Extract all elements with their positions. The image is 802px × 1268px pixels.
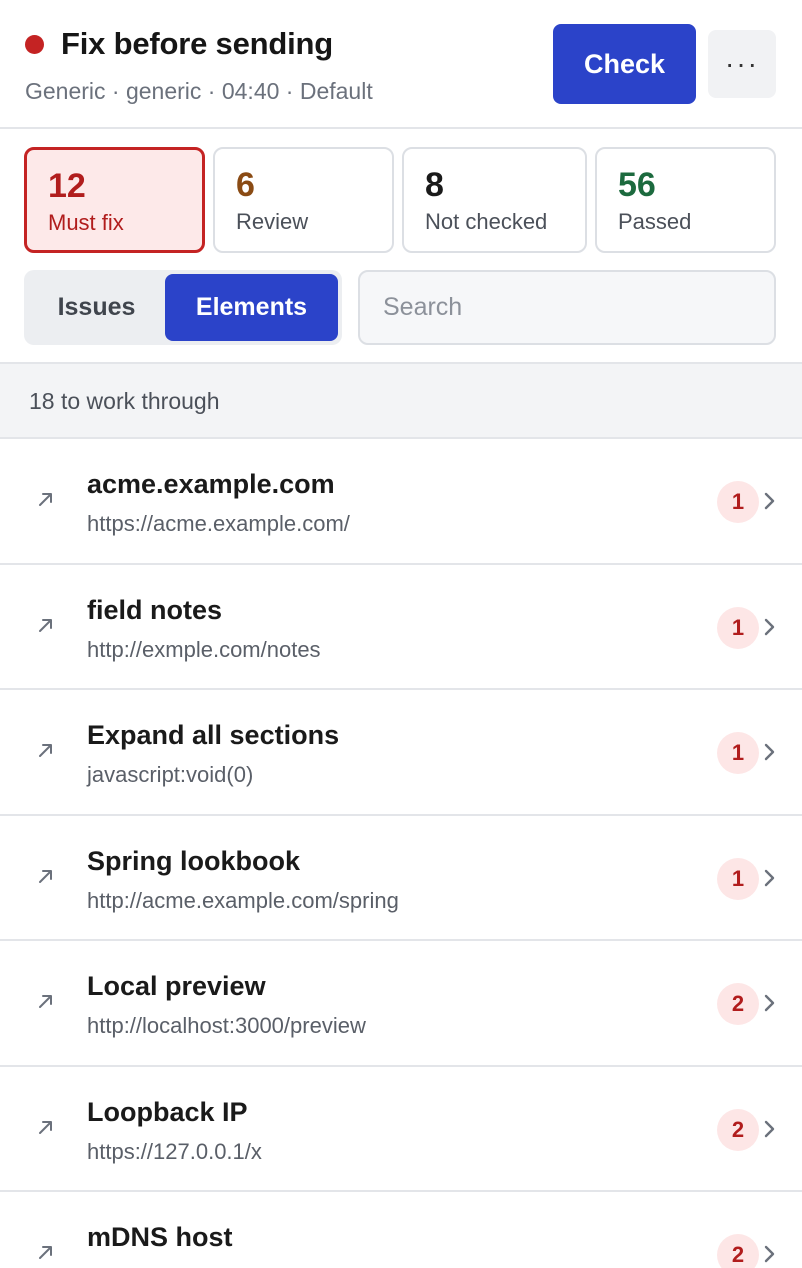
list-summary-bar: 18 to work through bbox=[0, 362, 802, 439]
stat-label: Must fix bbox=[48, 210, 124, 235]
chevron-right-icon bbox=[764, 492, 775, 510]
list-item[interactable]: Spring lookbook http://acme.example.com/… bbox=[0, 816, 802, 941]
item-name: field notes bbox=[87, 594, 223, 625]
external-arrow-icon bbox=[39, 1246, 52, 1259]
issue-count-badge: 2 bbox=[717, 983, 759, 1025]
stat-must-fix[interactable]: 12 Must fix bbox=[24, 147, 205, 253]
stat-value: 6 bbox=[236, 166, 255, 204]
list-item[interactable]: mDNS host 2 bbox=[0, 1192, 802, 1268]
issue-count-badge: 2 bbox=[717, 1108, 759, 1151]
item-name: acme.example.com bbox=[87, 469, 335, 499]
item-url: http://exmple.com/notes bbox=[87, 636, 321, 662]
stat-review[interactable]: 6 Review bbox=[213, 147, 394, 253]
external-arrow-icon bbox=[39, 744, 52, 757]
tab-elements[interactable]: Elements bbox=[165, 274, 338, 341]
item-name: Spring lookbook bbox=[87, 845, 300, 876]
stat-value: 12 bbox=[48, 167, 86, 205]
page-title: Fix before sending bbox=[61, 26, 333, 61]
external-arrow-icon bbox=[39, 995, 52, 1008]
stat-label: Review bbox=[236, 209, 309, 234]
chevron-right-icon bbox=[764, 869, 775, 886]
stat-label: Not checked bbox=[425, 209, 548, 234]
list-item[interactable]: acme.example.com https://acme.example.co… bbox=[0, 439, 802, 565]
list-item[interactable]: field notes http://exmple.com/notes 1 bbox=[0, 565, 802, 690]
external-arrow-icon bbox=[39, 618, 52, 632]
list-summary: 18 to work through bbox=[29, 388, 220, 414]
status-dot bbox=[25, 35, 44, 54]
issue-count-badge: 2 bbox=[717, 1234, 759, 1268]
stat-value: 56 bbox=[618, 166, 656, 204]
chevron-right-icon bbox=[764, 743, 775, 761]
item-url: http://localhost:3000/preview bbox=[87, 1013, 366, 1038]
item-url: https://127.0.0.1/x bbox=[87, 1138, 262, 1164]
issue-count-badge: 1 bbox=[717, 481, 759, 523]
item-name: mDNS host bbox=[87, 1222, 233, 1252]
item-url: https://acme.example.com/ bbox=[87, 511, 350, 536]
external-arrow-icon bbox=[39, 493, 52, 506]
issue-count-badge: 1 bbox=[717, 857, 759, 900]
external-arrow-icon bbox=[39, 869, 52, 883]
issue-count-badge: 1 bbox=[717, 732, 759, 774]
item-url: javascript:void(0) bbox=[87, 762, 254, 787]
chevron-right-icon bbox=[764, 994, 775, 1012]
more-options-button[interactable]: ··· bbox=[708, 30, 776, 98]
list-item[interactable]: Expand all sections javascript:void(0) 1 bbox=[0, 690, 802, 816]
stat-passed[interactable]: 56 Passed bbox=[595, 147, 776, 253]
stat-value: 8 bbox=[425, 166, 444, 204]
item-name: Local preview bbox=[87, 971, 266, 1001]
page-meta: Generic · generic · 04:40 · Default bbox=[25, 78, 373, 104]
item-name: Loopback IP bbox=[87, 1096, 248, 1127]
external-arrow-icon bbox=[39, 1120, 52, 1134]
item-url: http://acme.example.com/spring bbox=[87, 887, 399, 913]
tab-issues[interactable]: Issues bbox=[28, 274, 165, 341]
item-name: Expand all sections bbox=[87, 720, 340, 750]
search-input[interactable] bbox=[358, 270, 776, 345]
issue-count-badge: 1 bbox=[717, 606, 759, 649]
view-toggle: Issues Elements bbox=[24, 270, 342, 345]
stat-label: Passed bbox=[618, 209, 692, 234]
element-list: acme.example.com https://acme.example.co… bbox=[0, 439, 802, 1268]
chevron-right-icon bbox=[764, 618, 775, 635]
stat-not-checked[interactable]: 8 Not checked bbox=[402, 147, 587, 253]
chevron-right-icon bbox=[764, 1120, 775, 1137]
header: Fix before sending Generic · generic · 0… bbox=[0, 0, 802, 129]
check-button[interactable]: Check bbox=[553, 24, 696, 104]
list-item[interactable]: Loopback IP https://127.0.0.1/x 2 bbox=[0, 1067, 802, 1192]
list-item[interactable]: Local preview http://localhost:3000/prev… bbox=[0, 941, 802, 1067]
chevron-right-icon bbox=[764, 1245, 775, 1263]
